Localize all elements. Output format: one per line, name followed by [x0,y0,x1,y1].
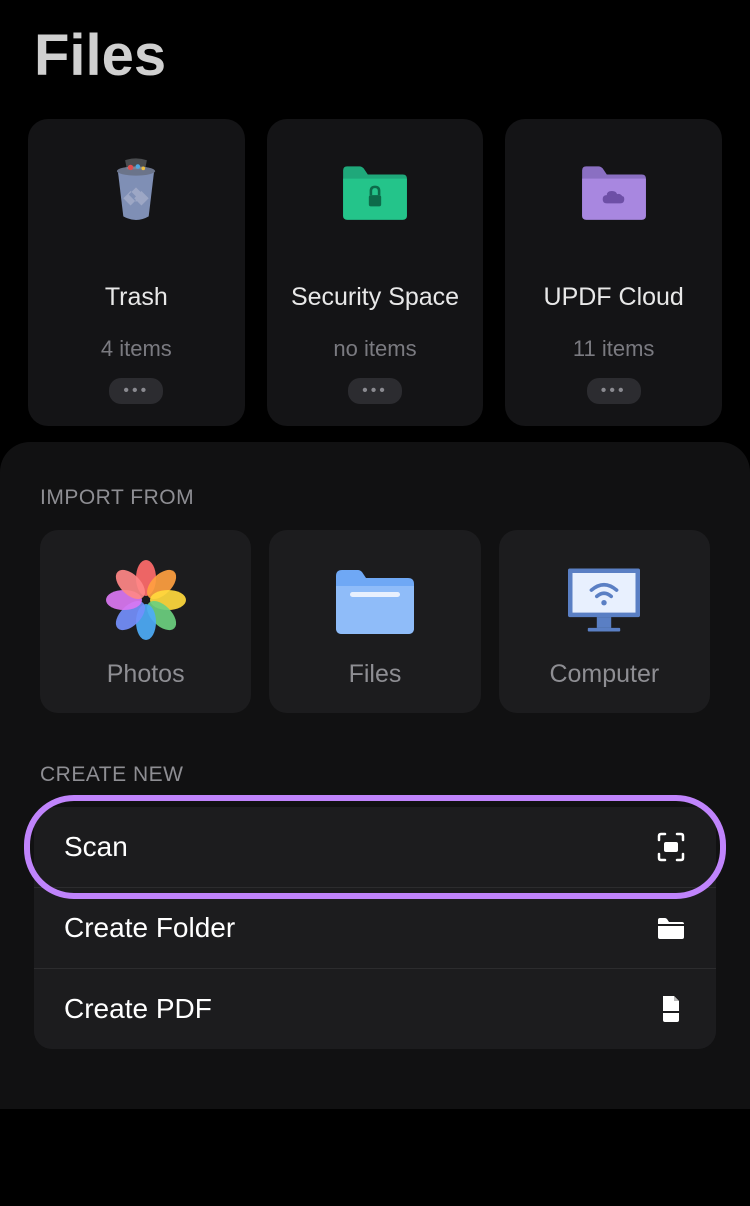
folder-security-space[interactable]: Security Space no items ••• [267,119,484,426]
create-scan[interactable]: Scan [34,807,716,888]
import-label: Files [349,660,402,689]
import-photos[interactable]: Photos [40,530,251,713]
folder-label: Trash [105,283,168,312]
list-label: Create Folder [64,912,235,944]
list-label: Create PDF [64,993,212,1025]
folder-icon [656,913,686,943]
folder-updf-cloud[interactable]: UPDF Cloud 11 items ••• [505,119,722,426]
import-row: Photos Files [0,530,750,763]
create-header: CREATE NEW [0,763,750,807]
folder-count: 11 items [573,336,655,362]
trash-icon [100,157,172,225]
scan-icon [656,832,686,862]
import-header: IMPORT FROM [0,486,750,530]
more-button[interactable]: ••• [348,378,402,404]
create-list: Scan Create Folder Cre [0,807,750,1049]
folder-label: Security Space [291,283,459,312]
list-label: Scan [64,831,128,863]
import-create-sheet: IMPORT FROM Photos [0,442,750,1109]
page-title: Files [0,0,750,119]
highlight-annotation [24,795,726,899]
folder-trash[interactable]: Trash 4 items ••• [28,119,245,426]
import-computer[interactable]: Computer [499,530,710,713]
import-label: Computer [549,660,659,689]
folder-row: Trash 4 items ••• Security Space no item… [0,119,750,426]
pdf-document-icon [656,994,686,1024]
create-pdf[interactable]: Create PDF [34,969,716,1049]
create-folder[interactable]: Create Folder [34,888,716,969]
folder-count: no items [333,336,416,362]
more-button[interactable]: ••• [109,378,163,404]
cloud-folder-icon [578,157,650,225]
photos-icon [101,558,191,642]
folder-label: UPDF Cloud [544,283,684,312]
folder-count: 4 items [101,336,172,362]
files-folder-icon [330,558,420,642]
import-files[interactable]: Files [269,530,480,713]
more-button[interactable]: ••• [587,378,641,404]
computer-icon [559,558,649,642]
import-label: Photos [107,660,185,689]
lock-folder-icon [339,157,411,225]
